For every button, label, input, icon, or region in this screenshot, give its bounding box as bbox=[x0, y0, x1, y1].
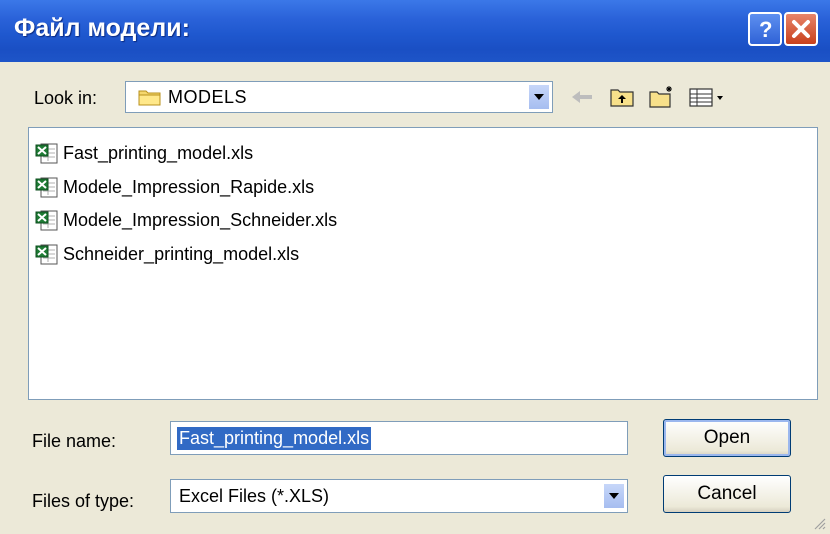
list-item[interactable]: Modele_Impression_Rapide.xls bbox=[35, 174, 314, 200]
excel-file-icon bbox=[35, 177, 58, 198]
file-type-select[interactable]: Excel Files (*.XLS) bbox=[170, 479, 628, 513]
resize-grip-icon[interactable] bbox=[812, 516, 826, 530]
file-name: Schneider_printing_model.xls bbox=[63, 243, 300, 264]
file-name-input[interactable]: Fast_printing_model.xls bbox=[170, 421, 628, 455]
open-button[interactable]: Open bbox=[663, 419, 791, 457]
file-name-value: Fast_printing_model.xls bbox=[177, 427, 372, 450]
excel-file-icon bbox=[35, 143, 58, 164]
look-in-label: Look in: bbox=[34, 88, 98, 108]
window-title: Файл модели: bbox=[14, 14, 190, 42]
file-type-value: Excel Files (*.XLS) bbox=[179, 486, 330, 506]
view-menu-icon[interactable] bbox=[688, 84, 728, 110]
file-name: Fast_printing_model.xls bbox=[63, 142, 254, 163]
file-name: Modele_Impression_Rapide.xls bbox=[63, 176, 315, 197]
list-item[interactable]: Schneider_printing_model.xls bbox=[35, 241, 299, 267]
file-type-dropdown-button[interactable] bbox=[603, 483, 625, 509]
look-in-combobox[interactable]: MODELS bbox=[125, 81, 553, 113]
file-name: Modele_Impression_Schneider.xls bbox=[63, 209, 338, 230]
help-button[interactable]: ? bbox=[748, 12, 782, 46]
cancel-button[interactable]: Cancel bbox=[663, 475, 791, 513]
look-in-value: MODELS bbox=[168, 87, 248, 107]
chevron-down-icon bbox=[609, 493, 619, 499]
excel-file-icon bbox=[35, 210, 58, 231]
help-icon: ? bbox=[759, 18, 772, 40]
look-in-dropdown-button[interactable] bbox=[528, 84, 550, 110]
file-name-label: File name: bbox=[32, 431, 117, 451]
list-item[interactable]: Fast_printing_model.xls bbox=[35, 140, 253, 166]
chevron-down-icon bbox=[534, 94, 544, 100]
title-bar[interactable]: Файл модели: ? bbox=[0, 0, 830, 62]
back-arrow-icon[interactable] bbox=[568, 84, 596, 110]
file-type-label: Files of type: bbox=[32, 491, 135, 511]
folder-icon bbox=[138, 90, 161, 106]
close-icon bbox=[792, 20, 810, 38]
list-item[interactable]: Modele_Impression_Schneider.xls bbox=[35, 207, 337, 233]
close-button[interactable] bbox=[784, 12, 818, 46]
file-dialog: Файл модели: ? Look in: MODELS Fast_prin… bbox=[0, 0, 830, 534]
svg-text:?: ? bbox=[759, 18, 772, 40]
file-list[interactable]: Fast_printing_model.xls Modele_Impressio… bbox=[28, 127, 818, 400]
up-folder-icon[interactable] bbox=[608, 84, 636, 110]
new-folder-icon[interactable] bbox=[648, 84, 676, 110]
excel-file-icon bbox=[35, 244, 58, 265]
